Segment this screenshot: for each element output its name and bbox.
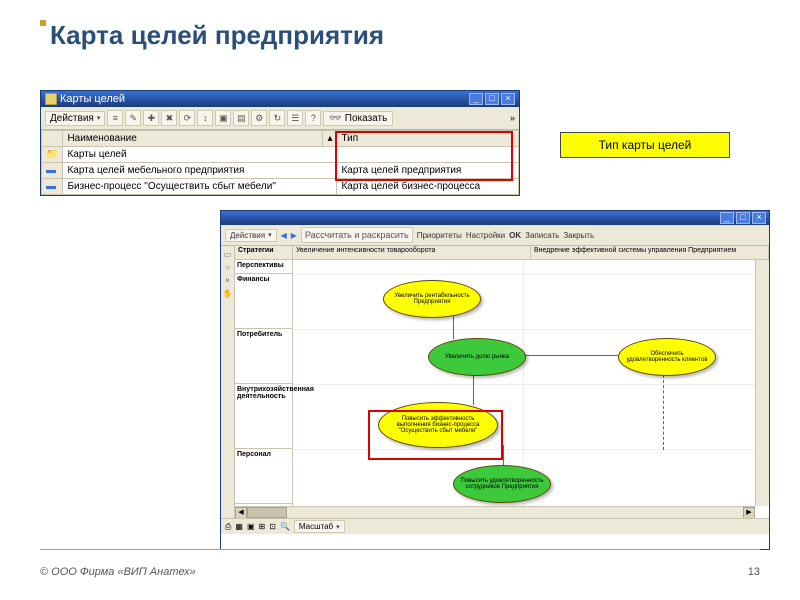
- copyright-text: © ООО Фирма «ВИП Анатех»: [40, 566, 196, 578]
- lane-finance: Финансы: [235, 274, 292, 329]
- connector: [473, 375, 474, 405]
- window-title: Карты целей: [60, 93, 125, 105]
- pointer-tool-icon[interactable]: ▭: [224, 250, 232, 259]
- row-selector-header[interactable]: [42, 131, 63, 147]
- toolbar-btn-11[interactable]: ☰: [287, 110, 303, 126]
- toolbar-btn-3[interactable]: ✚: [143, 110, 159, 126]
- actions-dropdown[interactable]: Действия: [45, 111, 105, 126]
- vertical-scrollbar[interactable]: [755, 260, 769, 506]
- status-icon[interactable]: ⊡: [269, 522, 276, 531]
- scale-dropdown[interactable]: Масштаб: [294, 520, 345, 533]
- diagram-titlebar[interactable]: _ □ ×: [221, 211, 769, 225]
- connector: [453, 315, 454, 339]
- horizontal-scrollbar[interactable]: ◀ ▶: [235, 506, 755, 518]
- slide-title: Карта целей предприятия: [50, 20, 760, 51]
- minimize-button[interactable]: _: [469, 93, 483, 105]
- toolbar-btn-1[interactable]: ≡: [107, 110, 123, 126]
- strategy-col-2: Внедрение эффективной системы управления…: [531, 246, 769, 259]
- ok-button[interactable]: OK: [509, 231, 521, 240]
- accent-decoration: [40, 20, 46, 26]
- table-row[interactable]: ▬ Бизнес-процесс ''Осуществить сбыт мебе…: [42, 179, 519, 195]
- ellipse-tool-icon[interactable]: ○: [225, 263, 230, 272]
- diagram-tool-palette: ▭ ○ × ✋: [221, 246, 235, 534]
- goal-profitability[interactable]: Увеличить рентабельность Предприятия: [383, 280, 481, 318]
- item-icon: ▬: [46, 165, 56, 176]
- goal-maps-grid[interactable]: Наименование ▴ Тип 📁 Карты целей ▬ Карта…: [41, 130, 519, 195]
- maximize-button[interactable]: □: [485, 93, 499, 105]
- goal-employee-satisfaction[interactable]: Повысить удовлетворенность сотрудников П…: [453, 465, 551, 503]
- strategy-header: Стратегии Увеличение интенсивности товар…: [235, 246, 769, 260]
- toolbar: Действия ≡ ✎ ✚ ✖ ⟳ ↕ ▣ ▤ ⚙ ↻ ☰ ? 👓 Показ…: [41, 107, 519, 130]
- goal-client-satisfaction[interactable]: Обеспечить удовлетворенность клиентов: [618, 338, 716, 376]
- toolbar-btn-5[interactable]: ⟳: [179, 110, 195, 126]
- sort-indicator[interactable]: ▴: [323, 131, 337, 147]
- actions-dropdown[interactable]: Действия: [225, 229, 277, 242]
- toolbar-btn-8[interactable]: ▤: [233, 110, 249, 126]
- goal-map-diagram-window: _ □ × Действия ◀ ▶ Рассчитать и раскраси…: [220, 210, 770, 550]
- column-type[interactable]: Тип: [337, 131, 519, 147]
- hand-tool-icon[interactable]: ✋: [223, 289, 233, 298]
- glasses-icon: 👓: [329, 113, 341, 124]
- perspectives-label: Перспективы: [235, 260, 292, 274]
- toolbar-btn-4[interactable]: ✖: [161, 110, 177, 126]
- goal-maps-window: Карты целей _ □ × Действия ≡ ✎ ✚ ✖ ⟳ ↕ ▣…: [40, 90, 520, 196]
- app-icon: [45, 93, 57, 105]
- priorities-link[interactable]: Приоритеты: [417, 231, 462, 240]
- close-button[interactable]: ×: [752, 212, 766, 224]
- footer-divider: [40, 549, 760, 550]
- strategies-label: Стратегии: [235, 246, 293, 259]
- zoom-icon[interactable]: 🔍: [280, 522, 290, 531]
- status-bar: ⎙ ▦ ▣ ⊞ ⊡ 🔍 Масштаб: [221, 518, 769, 534]
- status-icon[interactable]: ▣: [247, 522, 255, 531]
- show-button[interactable]: 👓 Показать: [323, 111, 393, 126]
- status-icon[interactable]: ▦: [235, 522, 243, 531]
- close-button[interactable]: ×: [501, 93, 515, 105]
- toolbar-btn-7[interactable]: ▣: [215, 110, 231, 126]
- window-titlebar[interactable]: Карты целей _ □ ×: [41, 91, 519, 107]
- minimize-button[interactable]: _: [720, 212, 734, 224]
- settings-link[interactable]: Настройки: [466, 231, 505, 240]
- toolbar-btn-9[interactable]: ⚙: [251, 110, 267, 126]
- connector: [503, 445, 504, 467]
- connector: [523, 355, 618, 356]
- delete-tool-icon[interactable]: ×: [225, 276, 230, 285]
- strategy-col-1: Увеличение интенсивности товарооборота: [293, 246, 531, 259]
- nav-forward-icon[interactable]: ▶: [291, 231, 297, 240]
- lane-internal: Внутрихозяйственная деятельность: [235, 384, 292, 449]
- table-row[interactable]: ▬ Карта целей мебельного предприятия Кар…: [42, 163, 519, 179]
- status-icon[interactable]: ⊞: [259, 522, 266, 531]
- toolbar-btn-2[interactable]: ✎: [125, 110, 141, 126]
- perspectives-column: Перспективы Финансы Потребитель Внутрихо…: [235, 260, 293, 534]
- table-row[interactable]: 📁 Карты целей: [42, 147, 519, 163]
- toolbar-btn-10[interactable]: ↻: [269, 110, 285, 126]
- status-icon[interactable]: ⎙: [225, 522, 231, 532]
- toolbar-btn-6[interactable]: ↕: [197, 110, 213, 126]
- diagram-toolbar: Действия ◀ ▶ Рассчитать и раскрасить При…: [221, 225, 769, 246]
- folder-icon: 📁: [46, 149, 58, 160]
- calc-button[interactable]: Рассчитать и раскрасить: [301, 227, 413, 243]
- write-link[interactable]: Записать: [525, 231, 559, 240]
- lane-personnel: Персонал: [235, 449, 292, 504]
- maximize-button[interactable]: □: [736, 212, 750, 224]
- help-icon[interactable]: ?: [305, 110, 321, 126]
- item-icon: ▬: [46, 181, 56, 192]
- close-link[interactable]: Закрыть: [563, 231, 594, 240]
- goal-process-efficiency[interactable]: Повысить эффективность выполнения бизнес…: [378, 402, 498, 448]
- connector-dashed: [663, 375, 664, 450]
- diagram-area[interactable]: ▭ ○ × ✋ Стратегии Увеличение интенсивнос…: [221, 246, 769, 534]
- diagram-canvas[interactable]: Увеличить рентабельность Предприятия Уве…: [293, 260, 755, 520]
- page-number: 13: [748, 566, 760, 578]
- scroll-thumb[interactable]: [247, 507, 287, 518]
- lane-consumer: Потребитель: [235, 329, 292, 384]
- more-button[interactable]: »: [510, 113, 515, 123]
- callout-label: Тип карты целей: [560, 132, 730, 158]
- column-name[interactable]: Наименование: [63, 131, 323, 147]
- goal-market-share[interactable]: Увеличить долю рынка: [428, 338, 526, 376]
- nav-back-icon[interactable]: ◀: [281, 231, 287, 240]
